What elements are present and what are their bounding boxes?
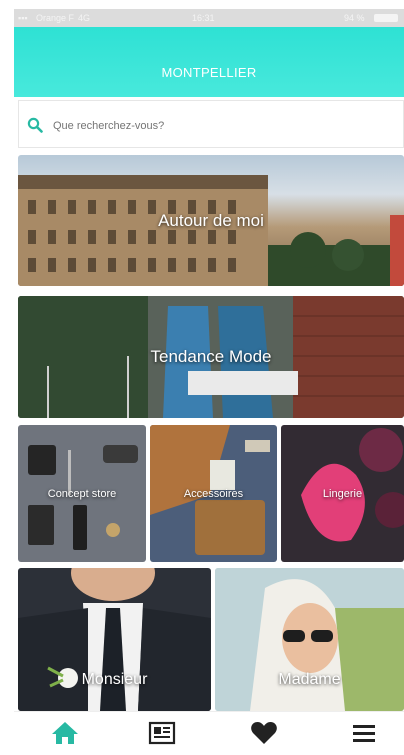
tile-label: Monsieur <box>81 671 148 688</box>
tile-monsieur[interactable]: Monsieur <box>18 568 211 711</box>
tile-tendance-mode[interactable]: Tendance Mode <box>18 296 404 418</box>
tile-label: Concept store <box>47 487 117 500</box>
menu-icon[interactable] <box>349 720 379 746</box>
carrier-label: Orange F <box>36 13 75 23</box>
tile-lingerie[interactable]: Lingerie <box>281 425 404 562</box>
heart-icon[interactable] <box>249 720 279 746</box>
city-title: MONTPELLIER <box>161 65 257 80</box>
app-header: MONTPELLIER <box>14 27 404 97</box>
tile-label: Accessoires <box>183 487 244 500</box>
tile-accessoires[interactable]: Accessoires <box>150 425 277 562</box>
tab-bar <box>14 711 404 755</box>
tile-label: Autour de moi <box>158 210 264 230</box>
search-input[interactable] <box>51 113 355 139</box>
time-label: 16:31 <box>192 13 215 23</box>
tile-label: Lingerie <box>322 487 363 500</box>
search-icon <box>27 117 43 133</box>
monsieur-photo <box>18 568 211 711</box>
network-label: 4G <box>78 13 91 23</box>
tile-madame[interactable]: Madame <box>215 568 404 711</box>
tile-autour-de-moi[interactable]: Autour de moi <box>18 155 404 286</box>
madame-photo <box>215 568 404 711</box>
status-bar: ▪▪▪ Orange F 4G 16:31 94 % <box>14 9 404 27</box>
newspaper-icon[interactable] <box>147 720 177 746</box>
home-icon[interactable] <box>50 720 80 746</box>
battery-icon <box>374 14 398 22</box>
tile-concept-store[interactable]: Concept store <box>18 425 146 562</box>
battery-label: 94 % <box>344 13 365 23</box>
tile-label: Madame <box>278 671 341 688</box>
search-bar[interactable] <box>18 100 404 148</box>
tile-label: Tendance Mode <box>150 347 272 366</box>
signal-icon: ▪▪▪ <box>18 13 28 23</box>
